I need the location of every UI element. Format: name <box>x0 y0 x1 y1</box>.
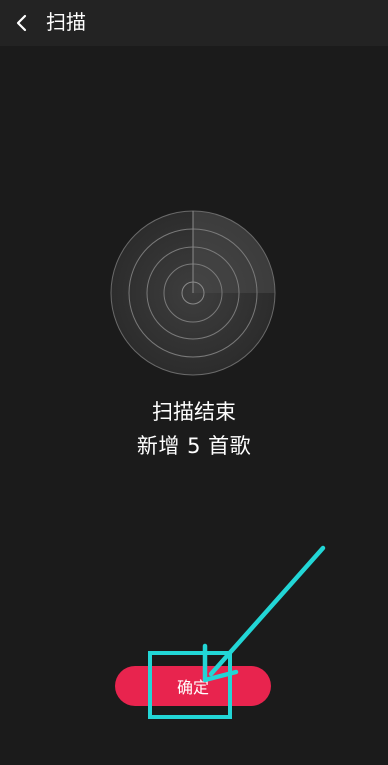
page-title: 扫描 <box>46 10 86 34</box>
chevron-left-icon <box>16 14 27 32</box>
top-bar: 扫描 <box>0 0 388 46</box>
scan-status-text: 扫描结束 <box>152 400 236 424</box>
confirm-button[interactable]: 确定 <box>115 666 271 706</box>
scan-summary-text: 新增 5 首歌 <box>136 434 252 458</box>
radar-icon <box>110 210 276 376</box>
back-button[interactable] <box>4 5 40 41</box>
annotation-arrow-icon <box>202 545 326 683</box>
